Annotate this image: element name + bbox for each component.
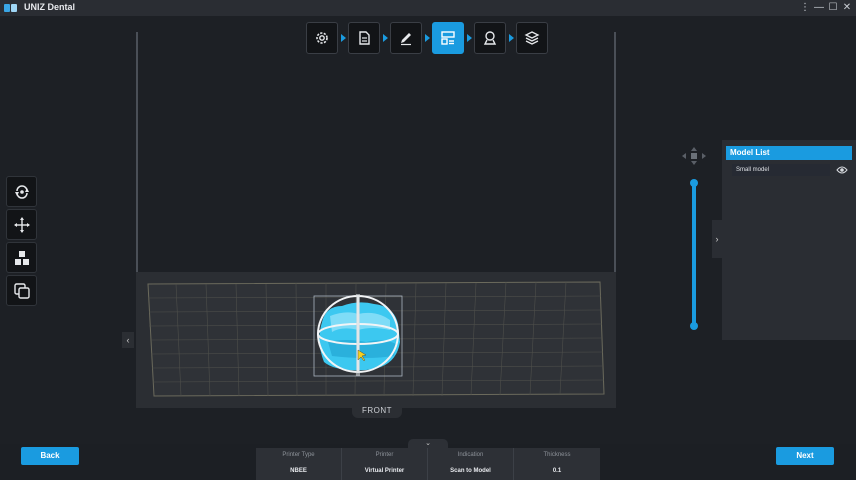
title-bar: UNIZ Dental ⋮ — ☐ ✕	[0, 0, 856, 16]
info-header: Indication	[457, 452, 484, 458]
printer-info-table: Printer Type NBEE Printer Virtual Printe…	[256, 448, 600, 480]
panel-toggle-button[interactable]: ›	[712, 220, 722, 258]
step-arrow-icon	[467, 34, 472, 42]
list-item[interactable]: Small model	[732, 164, 852, 176]
copy-icon	[13, 282, 30, 299]
step-edit[interactable]	[390, 22, 422, 54]
step-arrow-icon	[509, 34, 514, 42]
maximize-button[interactable]: ☐	[826, 1, 840, 15]
gear-icon	[316, 32, 328, 44]
layer-slider-bottom-handle[interactable]	[690, 322, 698, 330]
eye-icon[interactable]	[836, 165, 848, 175]
info-value: 0.1	[552, 468, 562, 474]
arrange-icon	[14, 250, 29, 265]
layers-icon	[524, 31, 540, 45]
model-list-title: Model List	[726, 146, 852, 160]
layout-icon	[441, 31, 455, 45]
info-header: Thickness	[543, 452, 571, 458]
build-platform[interactable]	[136, 272, 616, 408]
layer-slider-track[interactable]	[692, 182, 696, 328]
document-icon	[359, 31, 370, 45]
menu-button[interactable]: ⋮	[798, 1, 812, 15]
step-layout[interactable]	[432, 22, 464, 54]
info-value: Scan to Model	[450, 468, 491, 474]
step-settings[interactable]	[306, 22, 338, 54]
move-tool-button[interactable]	[6, 209, 37, 240]
info-header: Printer Type	[282, 452, 315, 458]
step-layers[interactable]	[516, 22, 548, 54]
rotate-tool-button[interactable]	[6, 176, 37, 207]
step-arrow-icon	[341, 34, 346, 42]
back-button[interactable]: Back	[21, 447, 79, 465]
pen-icon	[401, 33, 411, 46]
info-column: Printer Type NBEE	[256, 448, 342, 480]
info-column: Indication Scan to Model	[428, 448, 514, 480]
model-list-panel: Model List Small model	[722, 140, 856, 340]
model-name[interactable]: Small model	[732, 164, 830, 176]
collapse-left-button[interactable]: ‹	[122, 332, 134, 348]
next-button[interactable]: Next	[776, 447, 834, 465]
info-value: NBEE	[290, 468, 307, 474]
app-title: UNIZ Dental	[24, 2, 76, 12]
layer-slider-top-handle[interactable]	[690, 179, 698, 187]
step-arrow-icon	[425, 34, 430, 42]
app-logo-icon	[4, 4, 17, 12]
info-header: Printer	[375, 452, 394, 458]
build-volume	[136, 32, 616, 288]
platform-grid	[147, 281, 605, 397]
view-navigator-icon[interactable]	[680, 146, 708, 166]
step-arrow-icon	[383, 34, 388, 42]
close-button[interactable]: ✕	[840, 1, 854, 15]
front-view-label[interactable]: FRONT	[352, 404, 402, 418]
info-column: Thickness 0.1	[514, 448, 600, 480]
copy-tool-button[interactable]	[6, 275, 37, 306]
arrange-tool-button[interactable]	[6, 242, 37, 273]
info-column: Printer Virtual Printer	[342, 448, 428, 480]
step-document[interactable]	[348, 22, 380, 54]
step-support[interactable]	[474, 22, 506, 54]
support-icon	[483, 31, 497, 45]
move-icon	[13, 216, 30, 233]
rotate-icon	[14, 184, 29, 199]
minimize-button[interactable]: —	[812, 1, 826, 15]
info-value: Virtual Printer	[364, 468, 405, 474]
